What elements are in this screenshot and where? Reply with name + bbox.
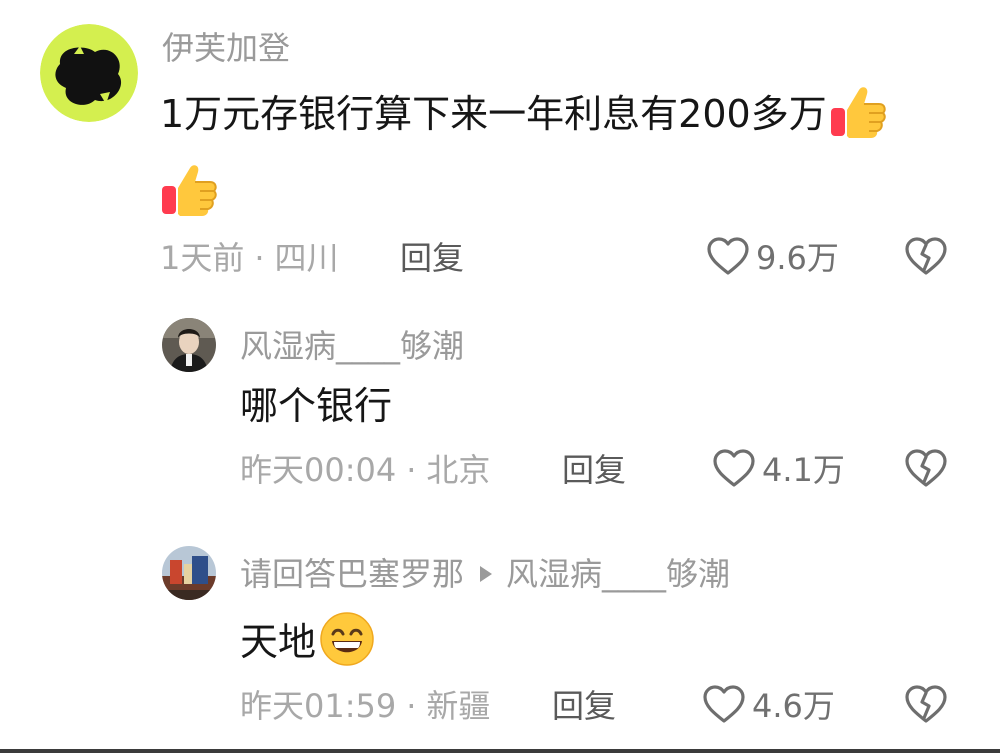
reply-to-username[interactable]: 风湿病____够潮 [506,555,730,593]
broken-heart-icon [904,449,948,492]
reply-button[interactable]: 回复 [562,450,626,490]
meta-separator: · [406,451,417,489]
comment-text-line2 [160,160,218,229]
like-count: 4.6万 [752,687,835,725]
heart-outline-icon [706,236,750,280]
comment-2: 风湿病____够潮 哪个银行 昨天00:04 · 北京 回复 4.1万 [0,300,1000,520]
location: 北京 [426,451,491,489]
meta-separator: · [254,239,265,277]
comment-text-body: 1万元存银行算下来一年利息有200多万 [160,92,827,136]
comment-meta: 昨天00:04 · 北京 [240,450,490,490]
like-count: 9.6万 [756,239,839,277]
comment-text: 哪个银行 [240,384,393,428]
avatar[interactable] [40,24,138,122]
like-button[interactable]: 9.6万 [706,236,839,280]
thumbs-up-icon [829,82,887,151]
heart-outline-icon [702,684,746,728]
avatar[interactable] [162,546,216,600]
username[interactable]: 风湿病____够潮 [240,326,464,366]
reply-arrow-icon [480,566,493,582]
meta-separator: · [406,687,417,725]
comment-3: 请回答巴塞罗那 风湿病____够潮 天地 昨天01:59 · 新疆 回复 4.6万 [0,528,1000,748]
dislike-button[interactable] [904,236,948,280]
bottom-divider [0,749,1000,753]
comment-meta: 昨天01:59 · 新疆 [240,686,490,726]
location: 新疆 [426,687,491,725]
avatar[interactable] [162,318,216,372]
heart-outline-icon [712,448,756,492]
username[interactable]: 请回答巴塞罗那 [240,555,464,593]
like-button[interactable]: 4.1万 [712,448,845,492]
comment-meta: 1天前 · 四川 [160,238,339,278]
timestamp: 1天前 [160,239,245,277]
grinning-face-icon [318,610,376,679]
username[interactable]: 伊芙加登 [162,28,290,68]
comment-text: 天地 [240,610,376,679]
location: 四川 [274,239,339,277]
dislike-button[interactable] [904,448,948,492]
like-button[interactable]: 4.6万 [702,684,835,728]
broken-heart-icon [904,685,948,728]
comment-text-body: 天地 [240,620,317,664]
comment-1: 伊芙加登 1万元存银行算下来一年利息有200多万 1天前 · 四川 回复 9.6… [0,0,1000,290]
broken-heart-icon [904,237,948,280]
timestamp: 昨天01:59 [240,687,397,725]
reply-header: 请回答巴塞罗那 风湿病____够潮 [240,554,730,594]
like-count: 4.1万 [762,451,845,489]
comment-text: 1万元存银行算下来一年利息有200多万 [160,82,887,151]
timestamp: 昨天00:04 [240,451,397,489]
reply-button[interactable]: 回复 [552,686,616,726]
dislike-button[interactable] [904,684,948,728]
thumbs-up-icon [160,160,218,229]
reply-button[interactable]: 回复 [400,238,464,278]
